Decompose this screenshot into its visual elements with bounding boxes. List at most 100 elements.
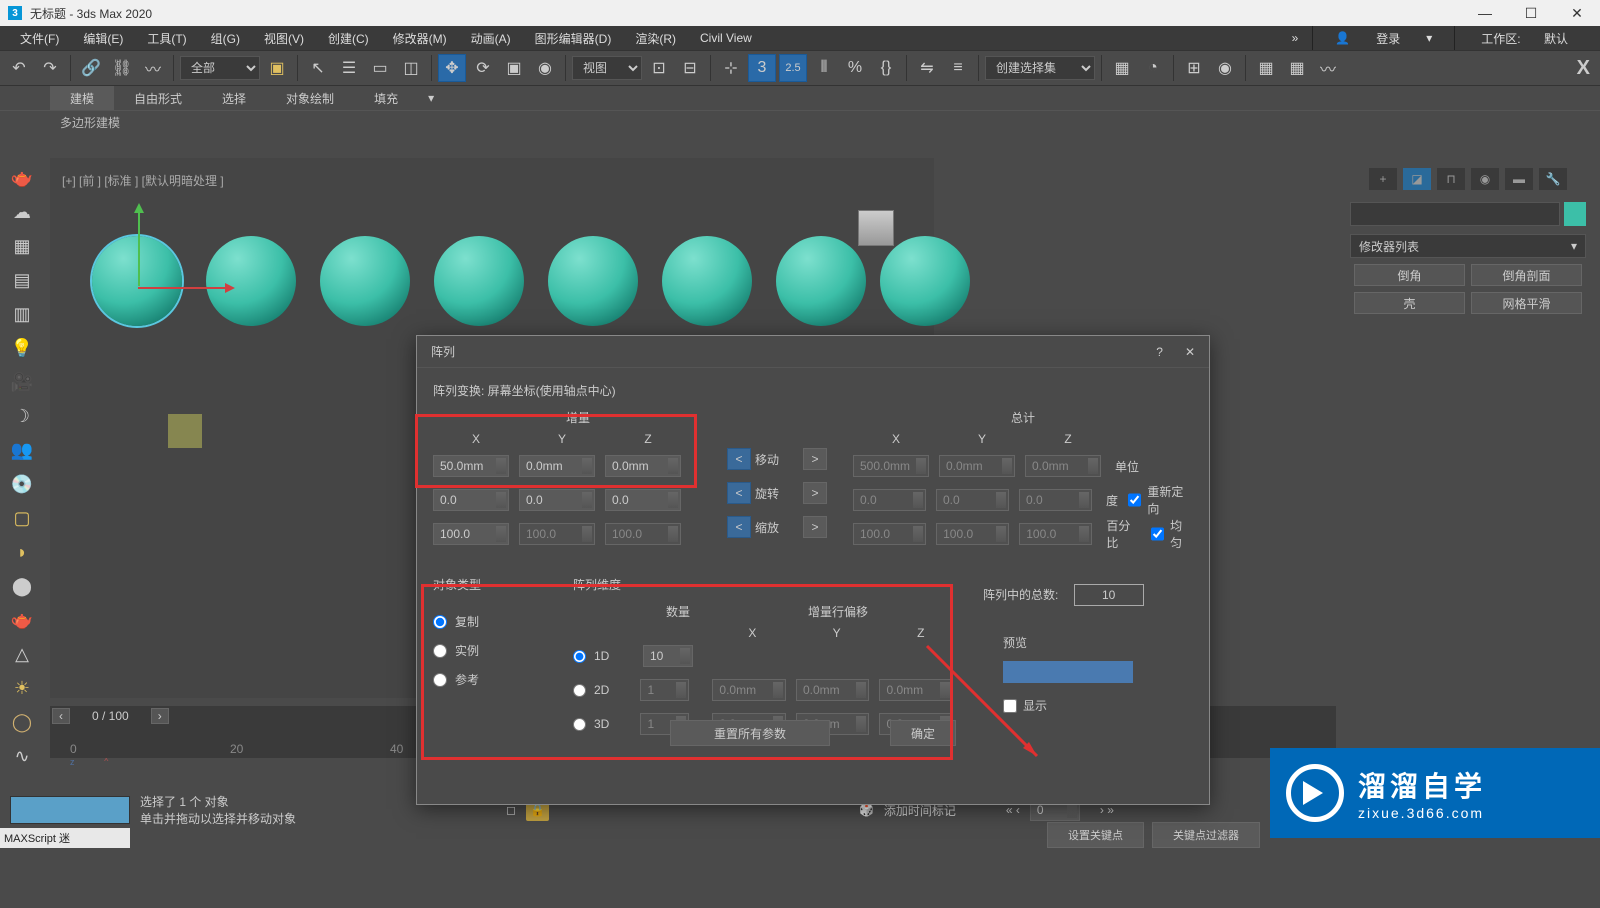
keyfilter-button[interactable]: 关键点过滤器	[1152, 822, 1260, 848]
cursor-icon[interactable]: ↖	[304, 54, 332, 82]
2d-radio[interactable]	[573, 684, 586, 697]
inc-move-y[interactable]: 0.0mm	[519, 455, 595, 477]
dialog-close-icon[interactable]: ✕	[1185, 345, 1195, 359]
render-setup-icon[interactable]: ▦	[1252, 54, 1280, 82]
menu-tools[interactable]: 工具(T)	[137, 30, 196, 47]
sphere-4[interactable]	[434, 236, 524, 326]
spinner-snap-icon[interactable]: %	[841, 54, 869, 82]
ribbon-freeform[interactable]: 自由形式	[114, 86, 202, 110]
angle-snap-icon[interactable]: 2.5	[779, 54, 807, 82]
sphere-1[interactable]	[92, 236, 182, 326]
minimize-button[interactable]: —	[1462, 0, 1508, 26]
gizmo-x-axis[interactable]	[138, 287, 232, 289]
menu-create[interactable]: 创建(C)	[318, 30, 379, 47]
rect-select-icon[interactable]: ▭	[366, 54, 394, 82]
copy-radio[interactable]	[433, 615, 447, 629]
utilities-tab-icon[interactable]: 🔧	[1539, 168, 1567, 190]
move-icon[interactable]: ✥	[438, 54, 466, 82]
ribbon-objpaint[interactable]: 对象绘制	[266, 86, 354, 110]
select-icon[interactable]: ▣	[263, 54, 291, 82]
circle-icon[interactable]: ◯	[8, 708, 36, 736]
inc-rot-z[interactable]: 0.0	[605, 489, 681, 511]
rot-right-arrow[interactable]: >	[803, 482, 827, 504]
select-name-icon[interactable]: ☰	[335, 54, 363, 82]
menu-render[interactable]: 渲染(R)	[625, 30, 686, 47]
modifier-list-dropdown[interactable]: 修改器列表▾	[1350, 234, 1586, 258]
object-color-swatch[interactable]	[1564, 202, 1586, 226]
panel3-icon[interactable]: ▥	[8, 300, 36, 328]
move-left-arrow[interactable]: <	[727, 448, 751, 470]
motion-tab-icon[interactable]: ◉	[1471, 168, 1499, 190]
scale-left-arrow[interactable]: <	[727, 516, 751, 538]
snap3d-icon[interactable]: 3	[748, 54, 776, 82]
menu-edit[interactable]: 编辑(E)	[73, 30, 133, 47]
mod-btn-2[interactable]: 倒角剖面	[1471, 264, 1582, 286]
viewport-label[interactable]: [+] [前 ] [标准 ] [默认明暗处理 ]	[62, 172, 224, 189]
cloud-icon[interactable]: ☁	[8, 198, 36, 226]
mod-btn-3[interactable]: 壳	[1354, 292, 1465, 314]
render2-icon[interactable]: 〰	[1314, 54, 1342, 82]
inc-move-z[interactable]: 0.0mm	[605, 455, 681, 477]
window-crossing-icon[interactable]: ◫	[397, 54, 425, 82]
menu-civil[interactable]: Civil View	[690, 31, 762, 45]
sun-icon[interactable]: ☀	[8, 674, 36, 702]
move-right-arrow[interactable]: >	[803, 448, 827, 470]
object-name-input[interactable]	[1350, 202, 1560, 226]
schematic-icon[interactable]: ⊞	[1180, 54, 1208, 82]
percent-snap-icon[interactable]: ⦀	[810, 54, 838, 82]
pivot-icon[interactable]: ⊡	[645, 54, 673, 82]
sphere-3[interactable]	[320, 236, 410, 326]
menu-group[interactable]: 组(G)	[201, 30, 250, 47]
isolate-icon[interactable]: ◻	[506, 803, 516, 817]
inc-rot-y[interactable]: 0.0	[519, 489, 595, 511]
edit-named-sel-icon[interactable]: {}	[872, 54, 900, 82]
align-icon[interactable]: ≡	[944, 54, 972, 82]
redo-icon[interactable]: ↷	[36, 54, 64, 82]
scale-right-arrow[interactable]: >	[803, 516, 827, 538]
dome-icon[interactable]: ◗	[8, 538, 36, 566]
curve-icon[interactable]: ∿	[8, 742, 36, 770]
close-button[interactable]: ✕	[1554, 0, 1600, 26]
bind-icon[interactable]: 〰	[139, 54, 167, 82]
sphere-8[interactable]	[880, 236, 970, 326]
link-icon[interactable]: 🔗	[77, 54, 105, 82]
preview-button[interactable]	[1003, 661, 1133, 683]
menu-modifiers[interactable]: 修改器(M)	[383, 30, 457, 47]
inc-move-x[interactable]: 50.0mm	[433, 455, 509, 477]
pivot2-icon[interactable]: ⊟	[676, 54, 704, 82]
disc-icon[interactable]: 💿	[8, 470, 36, 498]
1d-radio[interactable]	[573, 650, 586, 663]
teapot2-icon[interactable]: 🫖	[8, 606, 36, 634]
people-icon[interactable]: 👥	[8, 436, 36, 464]
menu-views[interactable]: 视图(V)	[254, 30, 314, 47]
material-icon[interactable]: ◉	[1211, 54, 1239, 82]
mod-btn-4[interactable]: 网格平滑	[1471, 292, 1582, 314]
menu-animation[interactable]: 动画(A)	[461, 30, 521, 47]
ok-button[interactable]: 确定	[890, 720, 956, 746]
viewcube[interactable]	[858, 210, 894, 246]
show-check[interactable]	[1003, 699, 1017, 713]
coord-select[interactable]: 视图	[572, 56, 642, 80]
close-panel-icon[interactable]: X	[1577, 57, 1590, 80]
setkey-button[interactable]: 设置关键点	[1047, 822, 1144, 848]
teapot-icon[interactable]: 🫖	[8, 164, 36, 192]
box-icon[interactable]: ▢	[8, 504, 36, 532]
count-1d[interactable]: 10	[643, 645, 693, 667]
workspace-selector[interactable]: 工作区: 默认	[1459, 30, 1590, 47]
arrow-icon[interactable]: »	[1282, 31, 1309, 45]
reset-button[interactable]: 重置所有参数	[670, 720, 830, 746]
sphere-icon[interactable]: ⬤	[8, 572, 36, 600]
sphere-6[interactable]	[662, 236, 752, 326]
gizmo-center[interactable]	[168, 414, 202, 448]
maximize-button[interactable]: ☐	[1508, 0, 1554, 26]
snap-toggle-icon[interactable]: ⊹	[717, 54, 745, 82]
named-sel-select[interactable]: 创建选择集	[985, 56, 1095, 80]
ribbon-fill[interactable]: 填充	[354, 86, 418, 110]
layer-icon[interactable]: ▦	[1108, 54, 1136, 82]
gizmo-y-axis[interactable]	[138, 206, 140, 286]
moon-icon[interactable]: ☽	[8, 402, 36, 430]
light-icon[interactable]: 💡	[8, 334, 36, 362]
render-icon[interactable]: ▦	[1283, 54, 1311, 82]
cone-icon[interactable]: △	[8, 640, 36, 668]
panel2-icon[interactable]: ▤	[8, 266, 36, 294]
